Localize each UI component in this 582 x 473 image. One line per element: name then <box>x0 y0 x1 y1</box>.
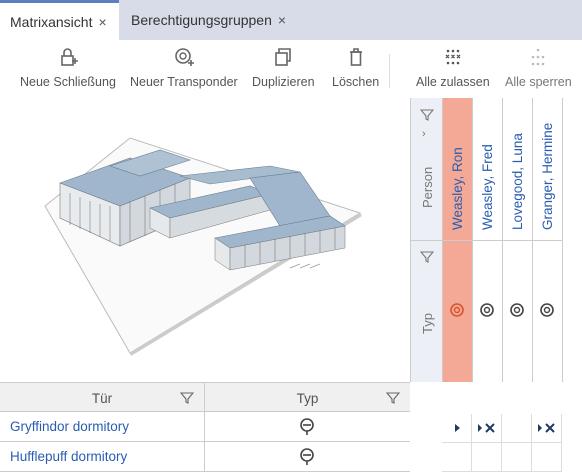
lock-all-icon <box>532 48 545 66</box>
tab-matrixansicht[interactable]: Matrixansicht × <box>0 0 119 40</box>
toolbar-divider <box>389 54 390 88</box>
filter-label-column: › Person Typ <box>411 98 443 382</box>
filter-icon[interactable] <box>386 391 400 405</box>
divider <box>411 240 443 241</box>
chevron-right-icon[interactable]: › <box>422 128 426 140</box>
column-header-label: Tür <box>91 390 113 406</box>
divider <box>473 240 503 241</box>
tab-bar: Matrixansicht × Berechtigungsgruppen × <box>0 0 582 40</box>
new-lock-button[interactable]: Neue Schließung <box>20 46 116 89</box>
transponder-plus-icon <box>175 48 194 66</box>
door-table-header: Tür Typ <box>0 382 410 413</box>
divider <box>204 442 205 472</box>
duplicate-icon <box>275 48 292 66</box>
divider <box>443 240 473 241</box>
permission-cell[interactable] <box>472 443 502 472</box>
divider <box>533 240 563 241</box>
tab-label: Berechtigungsgruppen <box>131 12 272 28</box>
allow-all-icon <box>445 49 461 65</box>
arrow-cross-icon <box>477 423 495 433</box>
filter-icon[interactable] <box>420 250 434 264</box>
transponder-icon <box>450 303 464 317</box>
permission-cell[interactable] <box>442 443 472 472</box>
permission-cell[interactable] <box>502 443 532 472</box>
permission-cells <box>442 414 582 473</box>
lock-cylinder-icon <box>300 418 314 435</box>
person-column-lovegood-luna[interactable]: Lovegood, Luna <box>503 98 533 382</box>
permission-cell[interactable] <box>532 414 562 443</box>
toolbar: Neue Schließung Neuer Transponder Dupliz… <box>0 40 582 98</box>
new-lock-label: Neue Schließung <box>20 75 116 89</box>
duplicate-button[interactable]: Duplizieren <box>252 46 315 89</box>
permission-cell[interactable] <box>502 414 532 443</box>
permission-cell[interactable] <box>532 443 562 472</box>
filter-icon[interactable] <box>180 391 194 405</box>
type-label: Typ <box>420 313 435 334</box>
divider <box>503 240 533 241</box>
trash-icon <box>349 48 362 66</box>
person-label: Person <box>420 166 435 208</box>
column-header-type[interactable]: Typ <box>205 383 410 413</box>
divider <box>204 412 205 442</box>
column-header-label: Typ <box>296 390 319 406</box>
new-transponder-label: Neuer Transponder <box>130 75 238 89</box>
transponder-icon <box>510 303 524 317</box>
permission-grid <box>410 382 582 473</box>
arrow-cross-icon <box>537 423 555 433</box>
person-name[interactable]: Lovegood, Luna <box>510 133 525 230</box>
person-name[interactable]: Weasley, Ron <box>450 147 465 230</box>
lock-all-button[interactable]: Alle sperren <box>505 46 572 89</box>
person-matrix-header: › Person Typ Weasley, Ron Weasley, Fred … <box>410 98 582 382</box>
tab-label: Matrixansicht <box>10 13 93 30</box>
transponder-icon <box>480 303 494 317</box>
lock-cylinder-icon <box>300 448 314 465</box>
delete-button[interactable]: Löschen <box>332 46 379 89</box>
permission-cell[interactable] <box>472 414 502 443</box>
tab-berechtigungsgruppen[interactable]: Berechtigungsgruppen × <box>121 0 301 40</box>
person-column-weasley-ron[interactable]: Weasley, Ron <box>443 98 473 382</box>
building-image <box>44 137 362 356</box>
arrow-right-icon <box>454 424 460 432</box>
building-illustration <box>0 98 410 382</box>
permission-cell[interactable] <box>442 414 472 443</box>
close-icon[interactable]: × <box>278 12 286 28</box>
filter-icon[interactable] <box>420 108 434 122</box>
lock-plus-icon <box>61 48 78 66</box>
door-name[interactable]: Hufflepuff dormitory <box>10 449 127 464</box>
person-column-granger-hermine[interactable]: Granger, Hermine <box>533 98 563 382</box>
person-column-weasley-fred[interactable]: Weasley, Fred <box>473 98 503 382</box>
door-name[interactable]: Gryffindor dormitory <box>10 419 129 434</box>
new-transponder-button[interactable]: Neuer Transponder <box>130 46 238 89</box>
table-row[interactable]: Hufflepuff dormitory <box>0 442 410 472</box>
table-row[interactable]: Gryffindor dormitory <box>0 412 410 442</box>
duplicate-label: Duplizieren <box>252 75 315 89</box>
lock-all-label: Alle sperren <box>505 75 572 89</box>
close-icon[interactable]: × <box>98 14 106 30</box>
column-header-door[interactable]: Tür <box>0 383 204 413</box>
allow-all-button[interactable]: Alle zulassen <box>416 46 490 89</box>
delete-label: Löschen <box>332 75 380 89</box>
person-name[interactable]: Granger, Hermine <box>540 123 555 230</box>
allow-all-label: Alle zulassen <box>416 75 490 89</box>
person-name[interactable]: Weasley, Fred <box>480 144 495 230</box>
transponder-icon <box>540 303 554 317</box>
